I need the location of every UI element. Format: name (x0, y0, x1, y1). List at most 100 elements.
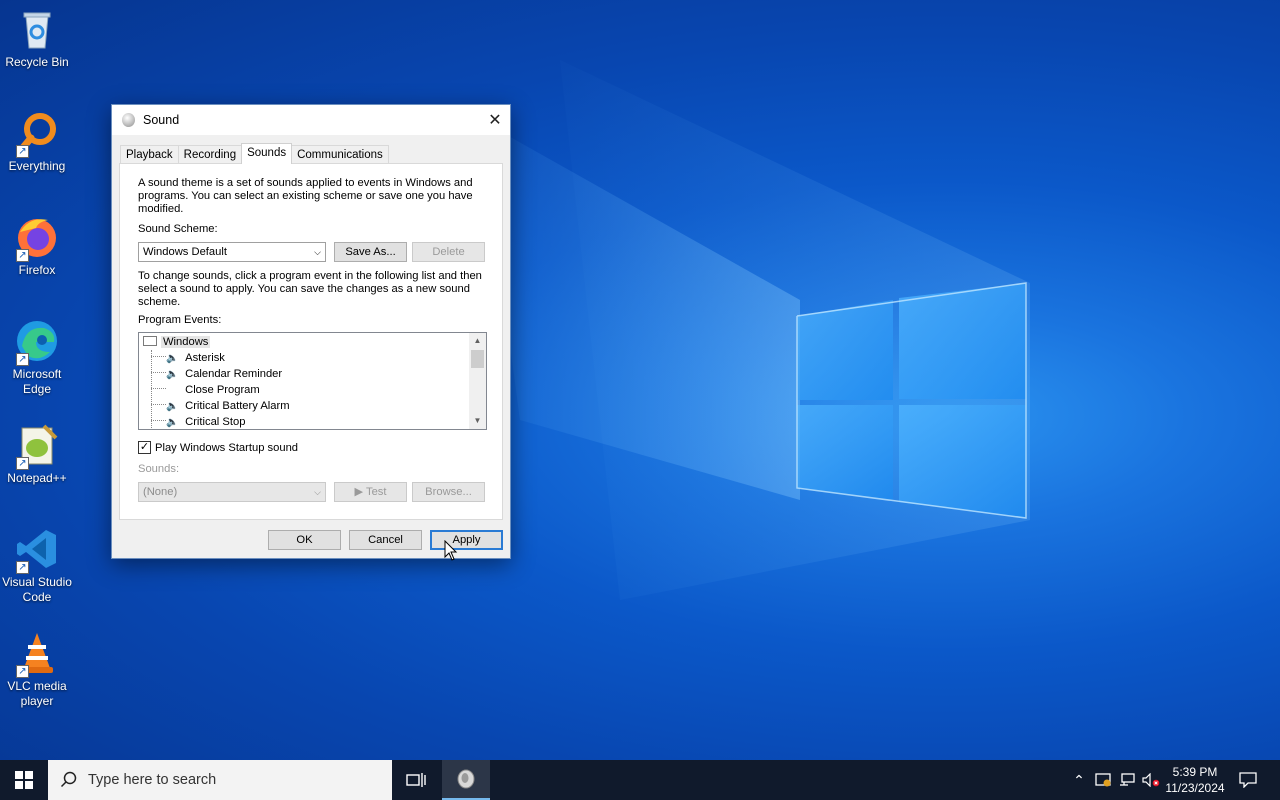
event-label: Critical Battery Alarm (185, 400, 290, 412)
scrollbar-thumb[interactable] (471, 350, 484, 368)
taskbar: Type here to search ⌃ 5:39 PM 11/23/2024 (0, 760, 1280, 800)
desktop-icon-label: Visual Studio Code (2, 575, 72, 604)
windows-start-icon (15, 771, 33, 789)
start-button[interactable] (0, 760, 48, 800)
network-icon[interactable] (1116, 760, 1138, 800)
clock-time: 5:39 PM (1172, 765, 1218, 779)
list-item[interactable]: 🔈 Critical Battery Alarm (151, 398, 290, 414)
speaker-app-icon (457, 769, 475, 789)
desktop-icon-label: Firefox (18, 263, 56, 277)
program-events-list[interactable]: Windows 🔈 Asterisk 🔈 Calendar Reminder C… (138, 332, 487, 430)
cancel-button[interactable]: Cancel (349, 530, 422, 550)
shortcut-arrow-icon: ↗ (16, 145, 29, 158)
desktop-icon-label: Recycle Bin (5, 55, 69, 69)
shortcut-arrow-icon: ↗ (16, 665, 29, 678)
chevron-down-icon: ⌵ (314, 247, 321, 257)
browse-button[interactable]: Browse... (412, 482, 485, 502)
shortcut-arrow-icon: ↗ (16, 249, 29, 262)
sound-scheme-value: Windows Default (143, 246, 227, 258)
sound-theme-description: A sound theme is a set of sounds applied… (138, 177, 473, 215)
search-placeholder: Type here to search (88, 772, 217, 788)
search-icon (60, 771, 77, 788)
show-hidden-icons-chevron-up-icon[interactable]: ⌃ (1068, 760, 1090, 800)
dialog-titlebar[interactable]: Sound ✕ (112, 105, 510, 135)
save-as-button[interactable]: Save As... (334, 242, 407, 262)
security-warning-icon[interactable] (1092, 760, 1114, 800)
speaker-icon: 🔈 (166, 401, 179, 412)
tab-strip: Playback Recording Sounds Communications (120, 143, 389, 164)
sounds-value: (None) (143, 486, 178, 498)
desktop-icon-label: Notepad++ (7, 471, 67, 485)
play-startup-sound-checkbox[interactable]: ✓ Play Windows Startup sound (138, 441, 298, 454)
shortcut-arrow-icon: ↗ (16, 561, 29, 574)
taskbar-search-box[interactable]: Type here to search (48, 760, 392, 800)
desktop-icon-vlc[interactable]: ↗ VLC media player (2, 630, 72, 709)
sound-scheme-label: Sound Scheme: (138, 223, 218, 235)
sound-dialog: Sound ✕ Playback Recording Sounds Commun… (111, 104, 511, 559)
desktop-icon-vscode[interactable]: ↗ Visual Studio Code (2, 526, 72, 605)
speaker-icon: 🔈 (166, 369, 179, 380)
play-startup-sound-label: Play Windows Startup sound (155, 441, 299, 454)
scroll-down-icon[interactable]: ▼ (469, 413, 486, 429)
tab-communications[interactable]: Communications (291, 145, 389, 164)
program-events-label: Program Events: (138, 314, 222, 326)
tab-playback[interactable]: Playback (120, 145, 179, 164)
task-view-button[interactable] (392, 760, 440, 800)
play-icon: ▶ (354, 486, 364, 498)
tab-sounds[interactable]: Sounds (241, 143, 293, 164)
ok-button[interactable]: OK (268, 530, 341, 550)
sounds-panel: A sound theme is a set of sounds applied… (119, 163, 503, 520)
test-button[interactable]: ▶ Test (334, 482, 407, 502)
event-label: Close Program (185, 384, 260, 396)
change-sounds-instructions: To change sounds, click a program event … (138, 270, 482, 308)
desktop-icon-label: Microsoft Edge (12, 367, 62, 396)
shortcut-arrow-icon: ↗ (16, 353, 29, 366)
desktop-icon-notepadpp[interactable]: ↗ Notepad++ (2, 422, 72, 486)
notifications-icon[interactable] (1234, 760, 1262, 800)
tab-recording[interactable]: Recording (177, 145, 243, 164)
test-label: Test (365, 486, 387, 498)
edge-icon: ↗ (14, 318, 60, 366)
desktop-icon-edge[interactable]: ↗ Microsoft Edge (2, 318, 72, 397)
dialog-title: Sound (143, 113, 180, 127)
apply-button[interactable]: Apply (430, 530, 503, 550)
sound-scheme-select[interactable]: Windows Default ⌵ (138, 242, 326, 262)
chevron-down-icon: ⌵ (314, 487, 321, 497)
mouse-cursor-icon (444, 540, 458, 561)
event-label: Critical Stop (185, 416, 246, 428)
tree-item-windows[interactable]: Windows (143, 334, 211, 350)
desktop-icon-everything[interactable]: ↗ Everything (2, 110, 72, 174)
speaker-icon: 🔈 (166, 417, 179, 428)
vlc-icon: ↗ (14, 630, 60, 678)
list-item[interactable]: 🔈 Critical Stop (151, 414, 246, 429)
clock-date: 11/23/2024 (1165, 781, 1225, 795)
sounds-select[interactable]: (None) ⌵ (138, 482, 326, 502)
windows-category-icon (143, 336, 157, 346)
checkmark-icon[interactable]: ✓ (138, 441, 151, 454)
list-item[interactable]: 🔈 Asterisk (151, 350, 225, 366)
sounds-label: Sounds: (138, 463, 180, 475)
desktop-icon-label: VLC media player (7, 679, 67, 708)
tree-item-label: Windows (161, 336, 211, 348)
delete-button[interactable]: Delete (412, 242, 485, 262)
shortcut-arrow-icon: ↗ (16, 457, 29, 470)
list-item[interactable]: 🔈 Calendar Reminder (151, 366, 282, 382)
task-view-icon (406, 773, 426, 787)
events-scrollbar[interactable]: ▲ ▼ (469, 333, 486, 429)
notepadpp-icon: ↗ (14, 422, 60, 470)
vscode-icon: ↗ (14, 526, 60, 574)
taskbar-clock[interactable]: 5:39 PM 11/23/2024 (1158, 764, 1232, 796)
scroll-up-icon[interactable]: ▲ (469, 333, 486, 349)
desktop-icon-firefox[interactable]: ↗ Firefox (2, 214, 72, 278)
speaker-icon: 🔈 (166, 353, 179, 364)
list-item[interactable]: Close Program (151, 382, 260, 398)
taskbar-sound-app[interactable] (442, 760, 490, 800)
recycle-bin-icon (14, 6, 60, 52)
desktop-icon-label: Everything (8, 159, 66, 173)
firefox-icon: ↗ (14, 214, 60, 262)
everything-search-icon: ↗ (14, 110, 60, 158)
speaker-app-icon (122, 113, 135, 127)
desktop-icon-recycle-bin[interactable]: Recycle Bin (2, 6, 72, 70)
event-label: Asterisk (185, 352, 225, 364)
close-icon[interactable]: ✕ (480, 105, 510, 135)
